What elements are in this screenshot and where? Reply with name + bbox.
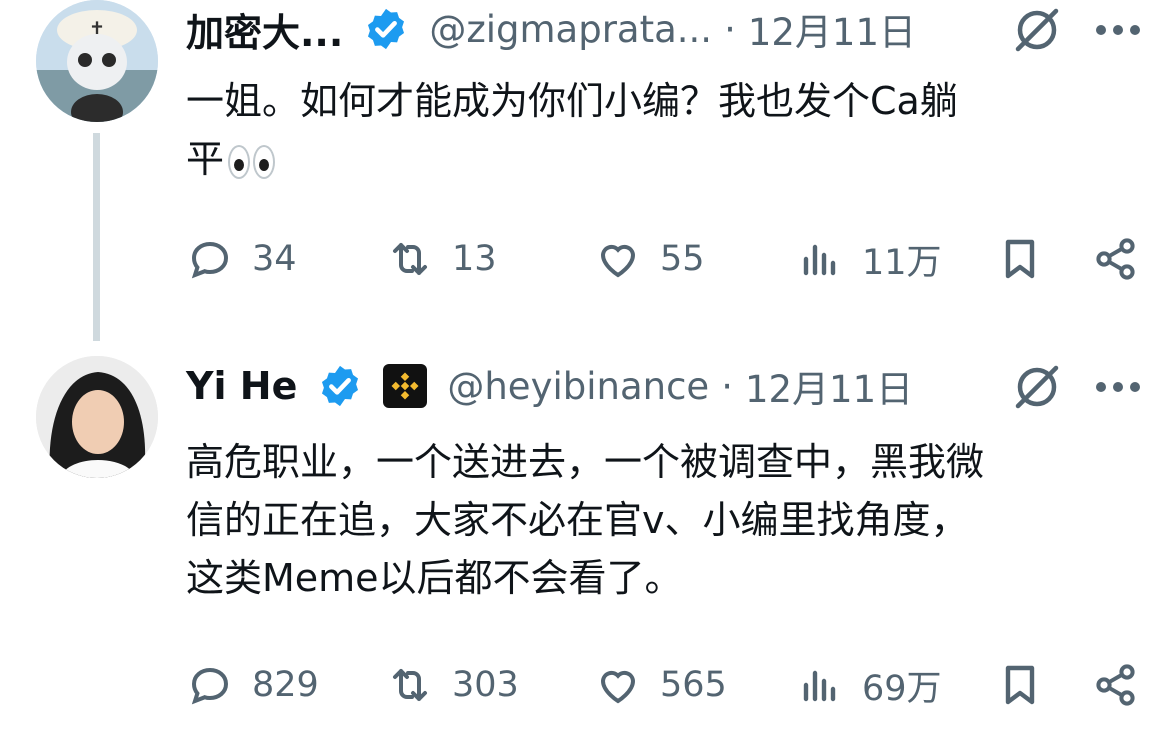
like-icon (600, 670, 636, 704)
bookmark-icon (1005, 665, 1035, 705)
views-button[interactable]: 11万 (796, 231, 942, 287)
tweet-text: 高危职业，一个送进去，一个被调查中，黑我微 信的正在追，大家不必在官v、小编里找… (186, 433, 984, 607)
like-button[interactable]: 55 (594, 231, 705, 287)
repost-button[interactable]: 13 (386, 231, 497, 287)
author-name[interactable]: Yi He (186, 364, 297, 408)
reply-icon (191, 667, 229, 705)
views-count: 69万 (862, 668, 942, 709)
tweet-text: 一姐。如何才能成为你们小编？我也发个Ca躺 平 (186, 72, 958, 188)
tweet-header: Yi He @heyibinance · 12月11日 (186, 361, 913, 411)
share-button[interactable] (1092, 231, 1140, 287)
reply-count: 829 (252, 665, 319, 705)
like-button[interactable]: 565 (594, 657, 727, 713)
repost-icon (393, 243, 427, 275)
repost-count: 13 (452, 239, 497, 279)
like-icon (600, 244, 636, 278)
repost-count: 303 (452, 665, 519, 705)
tweet-date[interactable]: 12月11日 (745, 359, 913, 413)
thread-connector-line (93, 133, 100, 341)
separator-dot: · (721, 364, 733, 408)
tweet-actions: 829 303 565 69万 (186, 657, 1146, 713)
reply-count: 34 (252, 239, 297, 279)
bookmark-button[interactable] (996, 231, 1044, 287)
avatar[interactable] (36, 356, 158, 478)
share-icon (1096, 664, 1135, 706)
binance-logo-icon[interactable] (383, 364, 428, 408)
share-icon (1096, 238, 1135, 280)
tweet-text-line: 高危职业，一个送进去，一个被调查中，黑我微 (186, 440, 985, 484)
grok-icon[interactable] (1010, 3, 1064, 57)
tweet-text-line: 平 (186, 130, 958, 188)
tweet-text-line: 信的正在追，大家不必在官v、小编里找角度， (186, 498, 969, 542)
views-icon (803, 244, 836, 276)
tweet-text-line: 这类Meme以后都不会看了。 (186, 556, 683, 600)
author-name[interactable]: 加密大... (186, 2, 343, 57)
more-icon[interactable] (1095, 381, 1141, 393)
views-icon (803, 670, 836, 702)
repost-button[interactable]: 303 (386, 657, 519, 713)
reply-icon (191, 241, 229, 279)
bookmark-icon (1005, 239, 1035, 279)
tweet-text-fragment: 平 (186, 137, 225, 181)
share-button[interactable] (1092, 657, 1140, 713)
avatar[interactable]: ✝ (36, 0, 158, 122)
like-count: 565 (660, 665, 727, 705)
reply-button[interactable]: 34 (186, 231, 297, 287)
author-handle[interactable]: @zigmaprata... (429, 8, 712, 51)
grok-icon[interactable] (1010, 360, 1064, 414)
tweet-header: 加密大... @zigmaprata... · 12月11日 (186, 2, 916, 57)
tweet-text-line: 一姐。如何才能成为你们小编？我也发个Ca躺 (186, 79, 958, 123)
verified-badge-icon (368, 8, 405, 50)
reply-button[interactable]: 829 (186, 657, 319, 713)
verified-badge-icon (322, 365, 359, 407)
like-count: 55 (660, 239, 705, 279)
separator-dot: · (724, 7, 736, 51)
author-handle[interactable]: @heyibinance (447, 365, 709, 408)
tweet-date[interactable]: 12月11日 (748, 2, 916, 56)
eyes-emoji-icon (228, 144, 276, 179)
tweet-actions: 34 13 55 11万 (186, 231, 1146, 287)
repost-icon (393, 669, 427, 701)
bookmark-button[interactable] (996, 657, 1044, 713)
views-button[interactable]: 69万 (796, 657, 942, 713)
more-icon[interactable] (1095, 24, 1141, 36)
views-count: 11万 (862, 242, 942, 283)
